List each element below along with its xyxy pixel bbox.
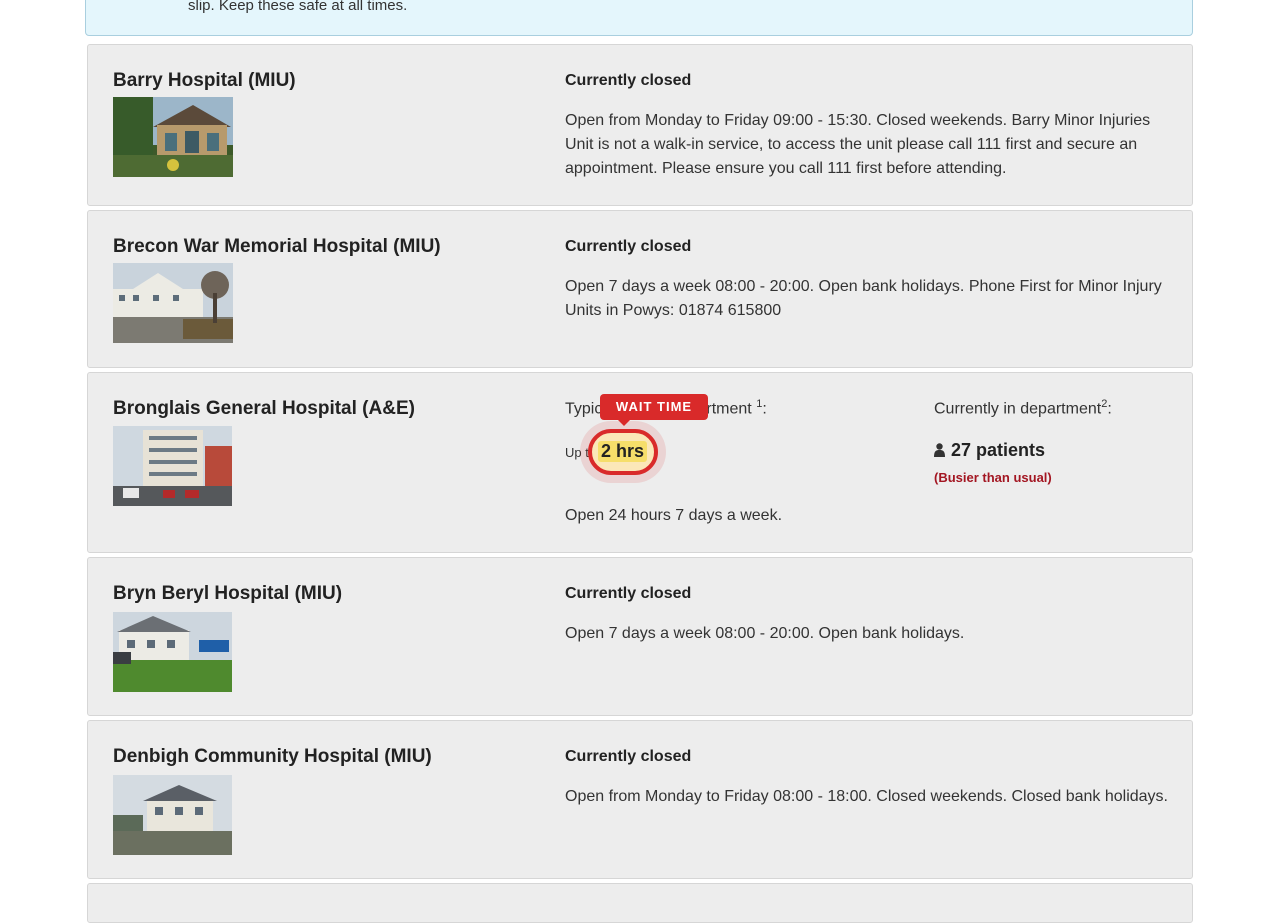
status-closed: Currently closed (565, 72, 692, 89)
hospital-name[interactable]: Barry Hospital (MIU) (113, 70, 296, 92)
opening-hours: Open from Monday to Friday 09:00 - 15:30… (565, 112, 1151, 177)
current-label-text: Currently in department (934, 400, 1102, 418)
hospital-card-barry[interactable]: Barry Hospital (MIU) Currently closed Op… (87, 44, 1193, 206)
busier-indicator: (Busier than usual) (934, 470, 1052, 485)
hospital-name[interactable]: Bryn Beryl Hospital (MIU) (113, 583, 342, 605)
wait-time-tag: WAIT TIME (600, 394, 708, 426)
hospital-photo (113, 97, 233, 177)
status-closed: Currently closed (565, 748, 692, 765)
opening-hours: Open from Monday to Friday 08:00 - 18:00… (565, 788, 1168, 805)
hospital-photo (113, 263, 233, 343)
notice-box: slip. Keep these safe at all times. (85, 0, 1193, 36)
patient-count-text: 27 patients (951, 440, 1046, 460)
wait-time-value: 2 hrs (598, 441, 648, 462)
opening-hours: Open 7 days a week 08:00 - 20:00. Open b… (565, 625, 965, 642)
hospital-name[interactable]: Denbigh Community Hospital (MIU) (113, 746, 432, 768)
hospital-card-next[interactable] (87, 883, 1193, 923)
hospital-name[interactable]: Brecon War Memorial Hospital (MIU) (113, 236, 441, 258)
current-suffix: : (1107, 400, 1112, 418)
hospital-card-bryn-beryl[interactable]: Bryn Beryl Hospital (MIU) Currently clos… (87, 557, 1193, 716)
hospital-photo (113, 426, 232, 506)
hospital-photo (113, 612, 232, 692)
opening-hours: Open 24 hours 7 days a week. (565, 507, 783, 524)
opening-hours: Open 7 days a week 08:00 - 20:00. Open b… (565, 278, 1162, 319)
status-closed: Currently closed (565, 585, 692, 602)
hospital-card-bronglais[interactable]: Bronglais General Hospital (A&E) Typical… (87, 372, 1193, 553)
hospital-name[interactable]: Bronglais General Hospital (A&E) (113, 398, 415, 420)
notice-text: slip. Keep these safe at all times. (188, 0, 408, 14)
current-department-label: Currently in department2: (934, 398, 1112, 418)
hospital-card-brecon[interactable]: Brecon War Memorial Hospital (MIU) Curre… (87, 210, 1193, 368)
patient-count: 27 patients (934, 440, 1045, 461)
status-closed: Currently closed (565, 238, 692, 255)
typical-suffix: : (762, 400, 767, 418)
hospital-photo (113, 775, 232, 855)
person-icon (934, 443, 945, 457)
hospital-card-denbigh[interactable]: Denbigh Community Hospital (MIU) Current… (87, 720, 1193, 879)
